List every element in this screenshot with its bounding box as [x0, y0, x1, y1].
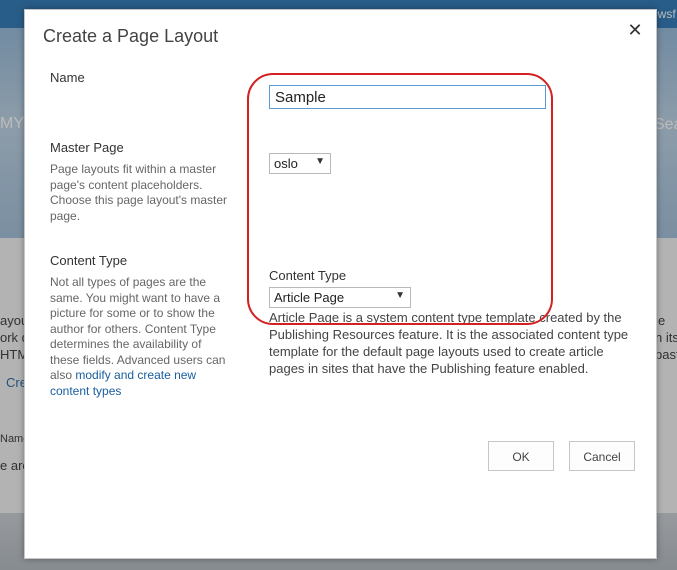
- modify-content-types-link[interactable]: modify and create new content types: [50, 368, 196, 398]
- name-label: Name: [50, 70, 85, 85]
- ok-button[interactable]: OK: [488, 441, 554, 471]
- create-page-layout-dialog: Create a Page Layout ✕ Name Master Page …: [24, 9, 657, 559]
- master-page-description: Page layouts fit within a master page's …: [50, 162, 228, 223]
- content-type-selected-description: Article Page is a system content type te…: [269, 310, 629, 376]
- content-type-description: Not all types of pages are the same. You…: [50, 275, 230, 399]
- master-page-selected-value: oslo: [274, 156, 298, 171]
- content-type-field-label: Content Type: [269, 268, 347, 283]
- content-type-select[interactable]: Article Page ▼: [269, 287, 411, 308]
- content-type-section-label: Content Type: [50, 253, 128, 268]
- content-type-selected-value: Article Page: [274, 290, 345, 305]
- content-type-description-text: Not all types of pages are the same. You…: [50, 275, 226, 382]
- name-input[interactable]: [269, 85, 546, 109]
- chevron-down-icon: ▼: [315, 156, 325, 167]
- close-icon[interactable]: ✕: [625, 20, 645, 40]
- chevron-down-icon: ▼: [395, 290, 405, 301]
- master-page-label: Master Page: [50, 140, 124, 155]
- dialog-title: Create a Page Layout: [43, 26, 219, 46]
- cancel-button[interactable]: Cancel: [569, 441, 635, 471]
- master-page-select[interactable]: oslo ▼: [269, 153, 331, 174]
